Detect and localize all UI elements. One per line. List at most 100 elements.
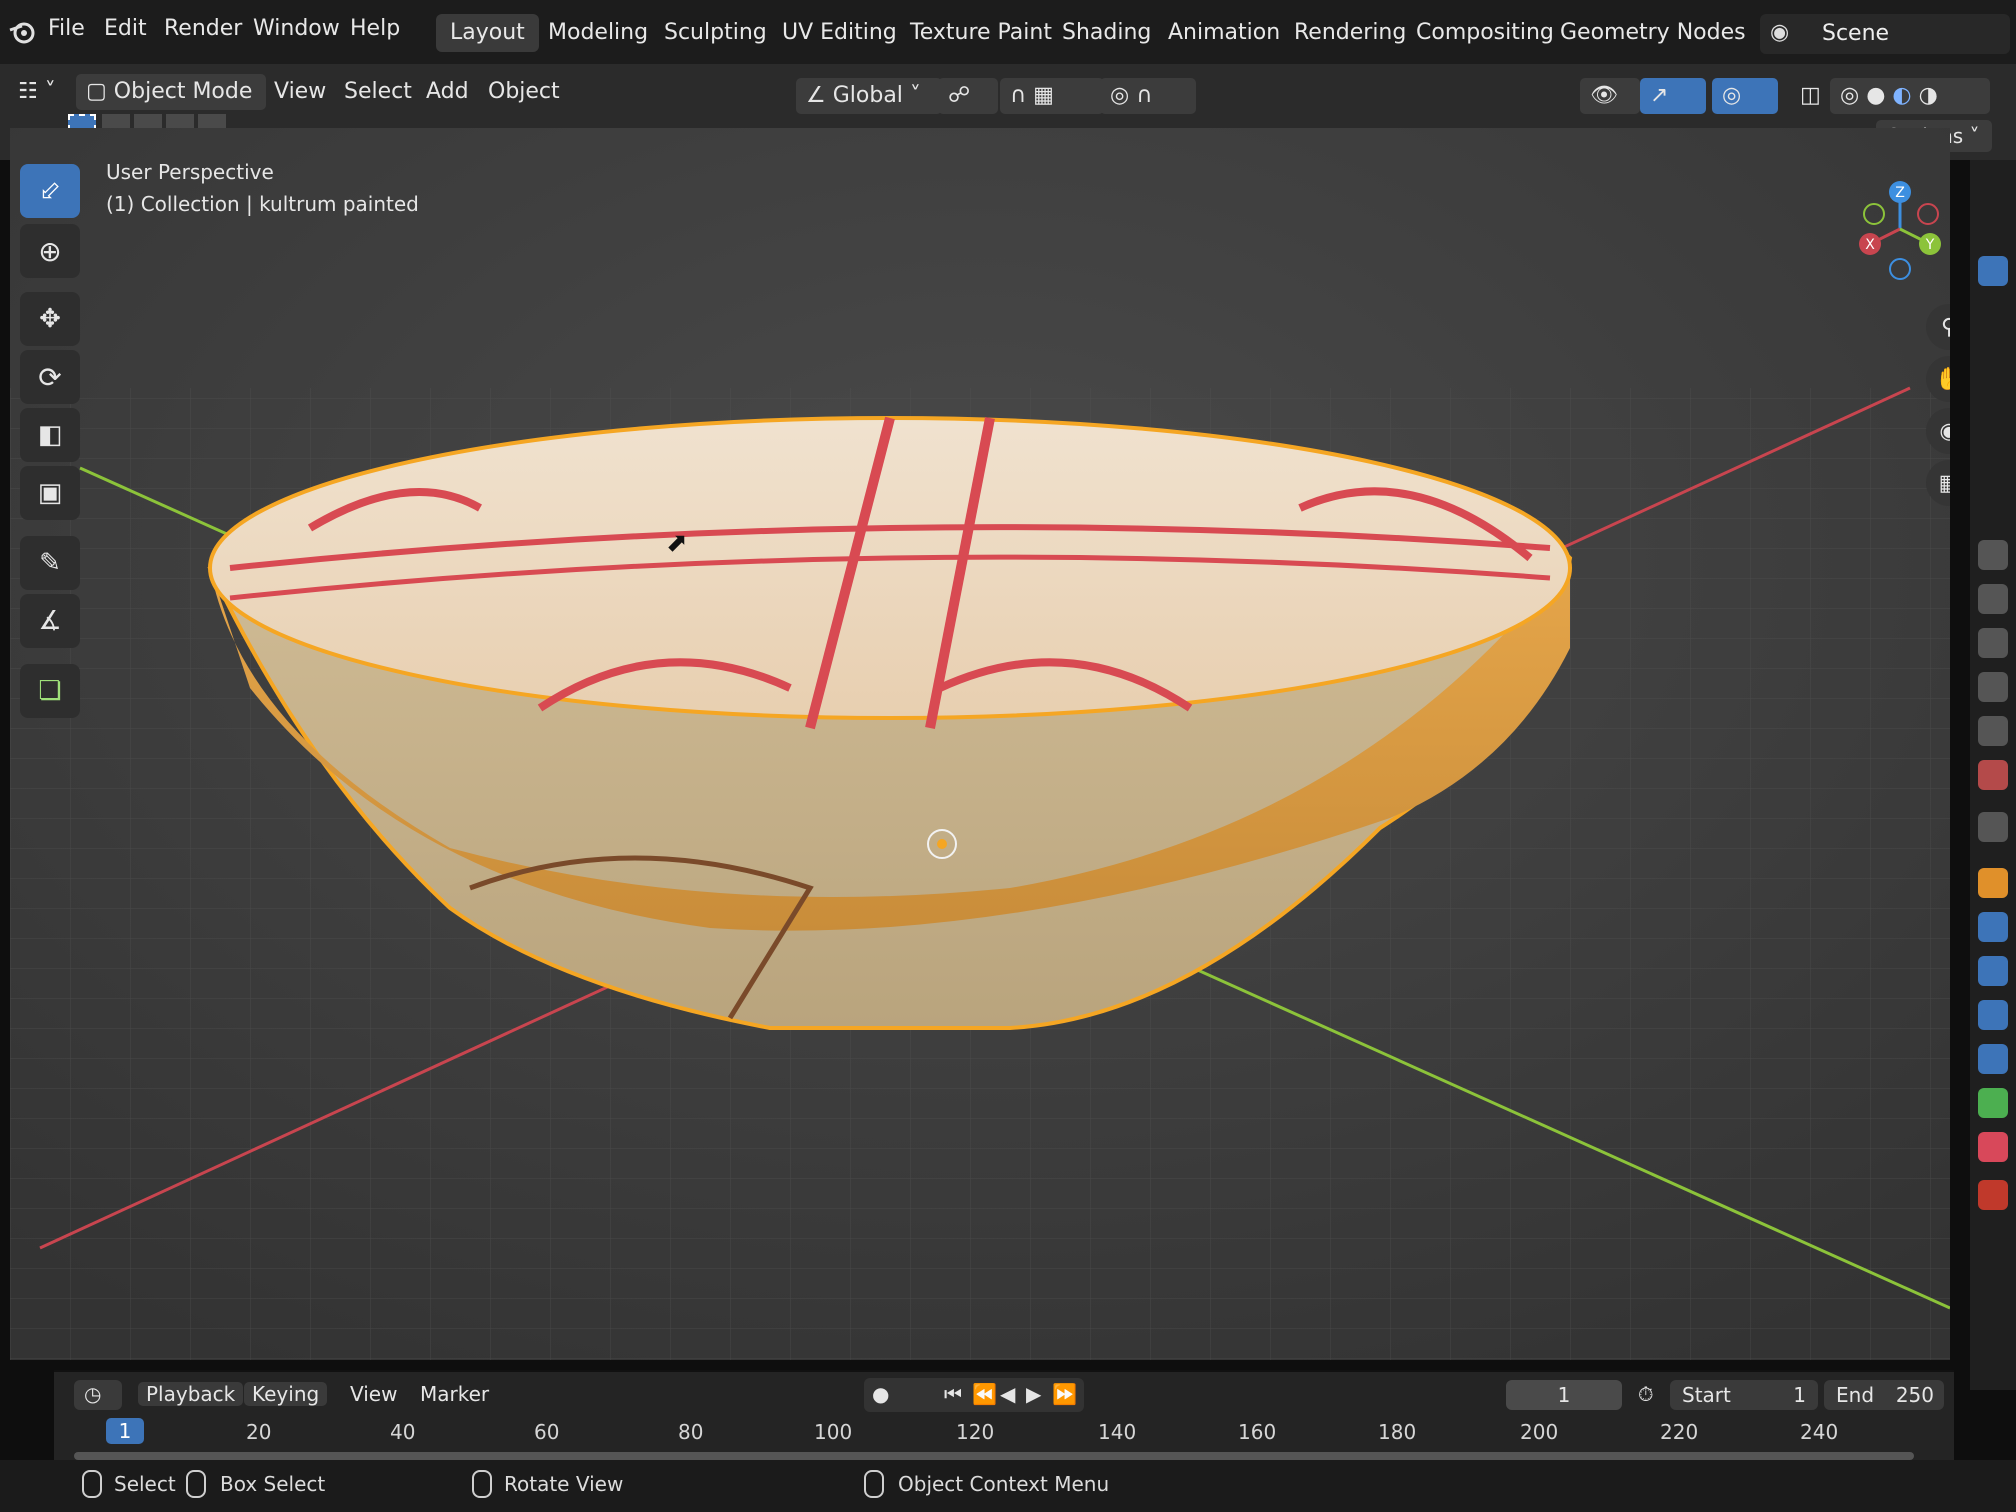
tab-compositing[interactable]: Compositing: [1402, 14, 1568, 52]
play-reverse-icon[interactable]: ◀: [1000, 1382, 1015, 1406]
overlays-toggle[interactable]: ◎: [1712, 78, 1778, 114]
view-layer-tab-icon[interactable]: [1978, 672, 2008, 702]
particles-tab-icon[interactable]: [1978, 956, 2008, 986]
object-tab-icon[interactable]: [1978, 868, 2008, 898]
scale-icon: ◧: [37, 420, 63, 450]
gizmo-toggle[interactable]: ↗: [1640, 78, 1706, 114]
scene-icon: ◉: [1770, 20, 1790, 45]
jump-start-icon[interactable]: ⏮: [944, 1382, 962, 1406]
timeline-editor: ◷ Playback Keying View Marker ● ⏮ ⏪ ◀ ▶ …: [54, 1370, 1954, 1472]
menu-help[interactable]: Help: [350, 16, 400, 41]
rendered-shading-icon[interactable]: ◑: [1919, 83, 1938, 108]
header-menu-add[interactable]: Add: [416, 74, 479, 110]
texture-tab-icon[interactable]: [1978, 1180, 2008, 1210]
chevron-down-icon: ˅: [1969, 124, 1980, 148]
scene-selector[interactable]: ◉ Scene: [1760, 14, 2010, 54]
mode-dropdown[interactable]: ▢ Object Mode ˅: [76, 74, 266, 140]
timeline-menu-view[interactable]: View: [350, 1382, 397, 1406]
tab-sculpting[interactable]: Sculpting: [650, 14, 781, 52]
timeline-scrollbar[interactable]: [74, 1452, 1914, 1460]
properties-tab-column: [1970, 160, 2016, 1390]
scene-tab-icon[interactable]: [1978, 716, 2008, 746]
status-bar: Select Box Select Rotate View Object Con…: [0, 1460, 2016, 1512]
physics-tab-icon[interactable]: [1978, 1000, 2008, 1030]
visibility-dropdown[interactable]: 👁: [1580, 78, 1640, 114]
timeline-menu-playback[interactable]: Playback: [138, 1382, 244, 1406]
next-keyframe-icon[interactable]: ⏩: [1052, 1382, 1077, 1406]
menu-edit[interactable]: Edit: [104, 16, 147, 41]
menu-window[interactable]: Window: [253, 16, 340, 41]
sidebar-tab-active[interactable]: [1978, 256, 2008, 286]
tab-animation[interactable]: Animation: [1154, 14, 1294, 52]
tab-layout[interactable]: Layout: [436, 14, 539, 52]
tab-shading[interactable]: Shading: [1048, 14, 1165, 52]
transform-orientation-dropdown[interactable]: ∠ Global ˅: [796, 78, 942, 114]
constraints-tab-icon[interactable]: [1978, 1044, 2008, 1074]
select-box-tool[interactable]: ⬃: [20, 164, 80, 218]
transform-tool[interactable]: ▣: [20, 466, 80, 520]
material-tab-icon[interactable]: [1978, 1132, 2008, 1162]
menu-file[interactable]: File: [48, 16, 85, 41]
data-tab-icon[interactable]: [1978, 1088, 2008, 1118]
3d-viewport[interactable]: User Perspective (1) Collection | kultru…: [10, 128, 1950, 1360]
tool-tab-icon[interactable]: [1978, 540, 2008, 570]
autokey-record-icon[interactable]: ●: [872, 1382, 889, 1406]
scale-tool[interactable]: ◧: [20, 408, 80, 462]
measure-tool[interactable]: ∡: [20, 594, 80, 648]
timeline-editor-type[interactable]: ◷: [74, 1380, 122, 1410]
annotate-tool[interactable]: ✎: [20, 536, 80, 590]
tab-rendering[interactable]: Rendering: [1280, 14, 1420, 52]
scene-name: Scene: [1822, 21, 1890, 46]
output-tab-icon[interactable]: [1978, 628, 2008, 658]
rotate-tool[interactable]: ⟳: [20, 350, 80, 404]
tab-uv-editing[interactable]: UV Editing: [768, 14, 911, 52]
gizmo-y-label: Y: [1925, 237, 1935, 253]
object-mode-icon: ▢: [86, 79, 107, 104]
eye-icon: 👁: [1590, 83, 1618, 108]
playhead-frame[interactable]: 1: [106, 1418, 144, 1444]
world-tab-icon[interactable]: [1978, 760, 2008, 790]
navigation-gizmo[interactable]: Z X Y: [1850, 174, 1950, 284]
header-menu-object[interactable]: Object: [478, 74, 570, 110]
timeline-menu-keying[interactable]: Keying: [244, 1382, 328, 1406]
magnifier-icon: ⚲: [1940, 314, 1950, 340]
menu-render[interactable]: Render: [164, 16, 242, 41]
cursor-tool[interactable]: ⊕: [20, 224, 80, 278]
wireframe-shading-icon[interactable]: ◎: [1840, 83, 1859, 108]
material-preview-icon[interactable]: ◐: [1892, 83, 1911, 108]
start-label: Start: [1682, 1383, 1731, 1407]
timeline-menu-marker[interactable]: Marker: [420, 1382, 489, 1406]
proportional-editing-toggle[interactable]: ◎ ∩: [1100, 78, 1196, 114]
pivot-point-dropdown[interactable]: ☍: [938, 78, 998, 114]
tab-geometry-nodes[interactable]: Geometry Nodes: [1546, 14, 1760, 52]
play-icon[interactable]: ▶: [1026, 1382, 1041, 1406]
transform-icon: ▣: [37, 478, 63, 508]
solid-shading-icon[interactable]: ●: [1866, 83, 1885, 108]
editor-type-button[interactable]: ☷ ˅: [8, 74, 66, 110]
header-menu-select[interactable]: Select: [334, 74, 422, 110]
middle-mouse-icon: [472, 1470, 492, 1498]
end-frame-field[interactable]: End 250: [1824, 1380, 1944, 1410]
move-icon: ✥: [39, 304, 61, 334]
orientation-label: Global: [832, 83, 903, 108]
blender-logo-icon[interactable]: [8, 18, 36, 46]
mode-label: Object Mode: [113, 79, 253, 104]
modifier-wrench-icon[interactable]: [1978, 912, 2008, 942]
tab-modeling[interactable]: Modeling: [534, 14, 662, 52]
collection-tab-icon[interactable]: [1978, 812, 2008, 842]
tab-texture-paint[interactable]: Texture Paint: [896, 14, 1066, 52]
move-tool[interactable]: ✥: [20, 292, 80, 346]
add-cube-tool[interactable]: ❏: [20, 664, 80, 718]
hand-icon: ✋: [1935, 366, 1950, 392]
snapping-toggle[interactable]: ∩ ▦: [1000, 78, 1104, 114]
orientation-icon: ∠: [806, 83, 826, 108]
shading-mode-group[interactable]: ◎ ● ◐ ◑: [1830, 78, 1990, 114]
status-select: Select: [114, 1472, 176, 1496]
start-frame-field[interactable]: Start 1: [1670, 1380, 1818, 1410]
header-menu-view[interactable]: View: [264, 74, 336, 110]
stopwatch-icon[interactable]: ⏱: [1638, 1382, 1654, 1406]
current-frame-field[interactable]: 1: [1506, 1380, 1622, 1410]
crosshair-icon: ⊕: [38, 234, 62, 268]
render-tab-icon[interactable]: [1978, 584, 2008, 614]
prev-keyframe-icon[interactable]: ⏪: [972, 1382, 997, 1406]
